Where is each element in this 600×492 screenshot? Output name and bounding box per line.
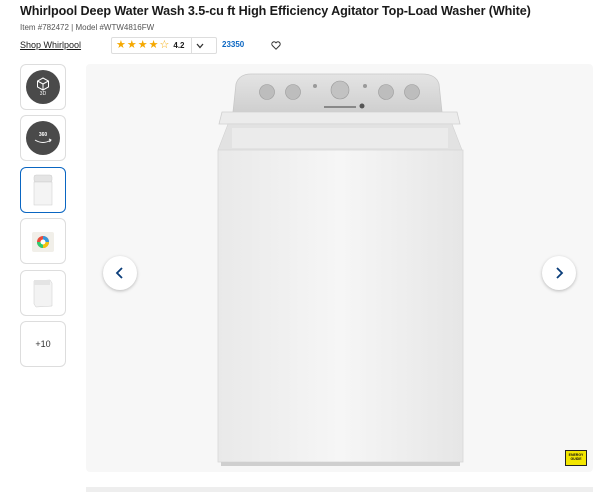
thumbnail-3d-view[interactable]: 3D xyxy=(20,64,66,110)
previous-image-button[interactable] xyxy=(103,256,137,290)
star-icon: ★ xyxy=(116,39,126,51)
rating-summary[interactable]: ★ ★ ★ ★ ☆ 4.2 xyxy=(111,37,217,54)
star-outline-icon: ☆ xyxy=(159,39,170,51)
product-title: Whirlpool Deep Water Wash 3.5-cu ft High… xyxy=(20,4,531,18)
washer-side-thumb xyxy=(33,279,53,308)
cube-3d-icon: 3D xyxy=(26,70,60,104)
energy-guide-label: ENERGY GUIDE xyxy=(568,453,584,461)
thumbnail-washer-front[interactable] xyxy=(20,167,66,213)
rating-value: 4.2 xyxy=(173,41,185,50)
bottom-section-edge xyxy=(86,487,593,492)
thumbnail-more[interactable]: +10 xyxy=(20,321,66,367)
washer-front-thumb xyxy=(33,174,53,206)
chevron-right-icon xyxy=(556,267,564,279)
review-count-link[interactable]: 23350 xyxy=(222,40,244,49)
star-icon: ★ xyxy=(126,39,137,51)
shop-brand-link[interactable]: Shop Whirlpool xyxy=(20,40,81,50)
energy-guide-badge[interactable]: ENERGY GUIDE xyxy=(565,450,587,466)
next-image-button[interactable] xyxy=(542,256,576,290)
product-item-model: Item #782472 | Model #WTW4816FW xyxy=(20,23,155,32)
detergent-thumb xyxy=(32,232,54,252)
thumbnail-360-view[interactable]: 360 xyxy=(20,115,66,161)
washer-image xyxy=(217,73,464,466)
chevron-down-icon[interactable] xyxy=(190,37,204,54)
star-icon: ★ xyxy=(148,39,159,51)
thumbnail-detergent[interactable] xyxy=(20,218,66,264)
rotate-360-icon: 360 xyxy=(26,121,60,155)
chevron-left-icon xyxy=(115,267,123,279)
more-thumbnails-count: +10 xyxy=(35,339,51,349)
thumbnail-3d-label: 3D xyxy=(39,91,47,97)
star-icon: ★ xyxy=(137,39,148,51)
favorite-heart-icon[interactable] xyxy=(269,38,283,52)
main-product-image xyxy=(86,64,593,472)
thumbnail-washer-side[interactable] xyxy=(20,270,66,316)
